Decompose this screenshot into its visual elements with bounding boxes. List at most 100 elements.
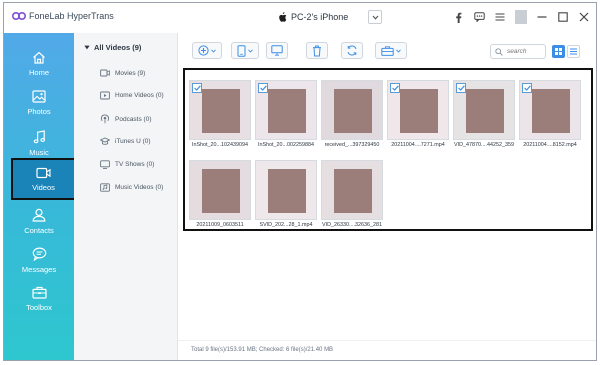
- video-thumbnail[interactable]: [453, 80, 515, 140]
- sidebar-item-videos[interactable]: Videos: [11, 158, 76, 200]
- file-name: VID_26330....32636_281: [322, 222, 382, 228]
- sidebar-item-toolbox[interactable]: Toolbox: [4, 279, 74, 319]
- blurred-content: [334, 169, 372, 213]
- category-label: Music Videos (0): [115, 184, 164, 191]
- file-item[interactable]: VID_26330....32636_281: [321, 160, 383, 232]
- blurred-content: [466, 89, 504, 133]
- file-grid: InShot_20...102439094 InShot_20...0022598…: [183, 68, 593, 231]
- menu-icon[interactable]: [494, 10, 506, 24]
- toolbox-icon: [381, 45, 394, 56]
- phone-export-icon: [237, 44, 246, 57]
- sidebar-item-messages[interactable]: Messages: [4, 240, 74, 280]
- list-icon: [570, 48, 577, 55]
- category-item-music-videos[interactable]: Music Videos (0): [100, 183, 163, 192]
- blurred-content: [532, 89, 570, 133]
- video-thumbnail[interactable]: [519, 80, 581, 140]
- blurred-content: [268, 169, 306, 213]
- video-thumbnail[interactable]: [255, 160, 317, 220]
- file-item[interactable]: 20211004....8152.mp4: [519, 80, 581, 152]
- app-window: FoneLab HyperTrans PC-2's iPhone Home Ph…: [3, 2, 597, 361]
- file-item[interactable]: InShot_20...002259884: [255, 80, 317, 152]
- category-label: Podcasts (0): [115, 115, 152, 123]
- checkbox[interactable]: [522, 83, 532, 93]
- sidebar-item-label: Videos: [32, 182, 55, 192]
- close-icon[interactable]: [578, 10, 590, 24]
- home-video-icon: [100, 91, 110, 100]
- maximize-icon[interactable]: [557, 10, 569, 24]
- delete-button[interactable]: [306, 42, 328, 59]
- video-thumbnail[interactable]: [255, 80, 317, 140]
- export-device-button[interactable]: [231, 42, 259, 59]
- search-box[interactable]: [490, 44, 546, 59]
- video-thumbnail[interactable]: [189, 80, 251, 140]
- file-item[interactable]: VID_47870....44252_359: [453, 80, 515, 152]
- music-video-icon: [100, 183, 110, 192]
- category-item-tv-shows[interactable]: TV Shows (0): [100, 160, 154, 169]
- itunes-u-icon: [100, 137, 110, 145]
- device-selector[interactable]: PC-2's iPhone: [278, 9, 383, 25]
- category-label: Movies (9): [115, 69, 146, 77]
- minimize-icon[interactable]: [536, 10, 548, 24]
- app-logo-icon: [12, 12, 26, 20]
- file-item[interactable]: 20211009_0603511: [189, 160, 251, 232]
- video-thumbnail[interactable]: [387, 80, 449, 140]
- video-thumbnail[interactable]: [321, 80, 383, 140]
- feedback-icon[interactable]: [473, 10, 485, 24]
- home-icon: [33, 51, 45, 64]
- grid-view-button[interactable]: [552, 45, 565, 58]
- chevron-down-icon: [248, 48, 253, 53]
- checkbox[interactable]: [258, 83, 268, 93]
- category-panel: All Videos (9) Movies (9) Home Videos (0…: [74, 33, 178, 360]
- blurred-content: [202, 89, 240, 133]
- category-item-itunes-u[interactable]: iTunes U (0): [100, 137, 151, 146]
- file-item[interactable]: InShot_20...102439094: [189, 80, 251, 152]
- sidebar-item-label: Photos: [27, 107, 51, 116]
- blurred-content: [334, 89, 372, 133]
- sidebar-item-contacts[interactable]: Contacts: [4, 201, 74, 241]
- sidebar-item-photos[interactable]: Photos: [4, 83, 74, 123]
- export-pc-button[interactable]: [266, 42, 288, 59]
- grid-icon: [555, 48, 562, 55]
- chevron-down-icon[interactable]: [368, 10, 383, 24]
- search-input[interactable]: [507, 48, 543, 55]
- category-header[interactable]: All Videos (9): [84, 43, 141, 52]
- sidebar: Home Photos Music Videos Contacts Messag…: [4, 33, 76, 360]
- file-item[interactable]: SVID_202...28_1.mp4: [255, 160, 317, 232]
- category-label: Home Videos (0): [115, 92, 164, 99]
- category-item-podcasts[interactable]: Podcasts (0): [100, 114, 152, 124]
- refresh-button[interactable]: [341, 42, 363, 59]
- category-header-label: All Videos (9): [94, 43, 142, 52]
- sidebar-item-music[interactable]: Music: [4, 123, 74, 163]
- sidebar-item-home[interactable]: Home: [4, 44, 74, 84]
- sidebar-item-label: Home: [28, 68, 49, 77]
- checkbox[interactable]: [390, 83, 400, 93]
- file-name: 20211004....7271.mp4: [391, 142, 445, 148]
- toolkit-button[interactable]: [375, 42, 407, 59]
- facebook-icon[interactable]: [452, 10, 464, 24]
- chevron-down-icon: [211, 48, 216, 53]
- movie-icon: [100, 69, 110, 77]
- computer-icon: [271, 45, 283, 56]
- video-thumbnail[interactable]: [321, 160, 383, 220]
- file-name: 20211009_0603511: [196, 222, 244, 228]
- list-view-button[interactable]: [567, 45, 580, 58]
- category-label: iTunes U (0): [115, 138, 151, 145]
- file-item[interactable]: received_...397329450: [321, 80, 383, 152]
- file-item[interactable]: 20211004....7271.mp4: [387, 80, 449, 152]
- video-icon: [36, 167, 51, 178]
- status-bar: Total 9 file(s)/153.91 MB; Checked: 6 fi…: [178, 340, 596, 360]
- video-thumbnail[interactable]: [189, 160, 251, 220]
- check-icon: [193, 85, 201, 91]
- contacts-icon: [32, 208, 46, 222]
- file-name: InShot_20...002259884: [257, 142, 315, 148]
- file-name: received_...397329450: [324, 142, 380, 148]
- checkbox[interactable]: [456, 83, 466, 93]
- category-item-movies[interactable]: Movies (9): [100, 69, 145, 77]
- checkbox[interactable]: [192, 83, 202, 93]
- toolbar: [178, 33, 596, 65]
- check-icon: [391, 85, 399, 91]
- category-label: TV Shows (0): [115, 161, 155, 168]
- check-icon: [457, 85, 465, 91]
- add-button[interactable]: [192, 42, 222, 59]
- category-item-home-videos[interactable]: Home Videos (0): [100, 91, 164, 100]
